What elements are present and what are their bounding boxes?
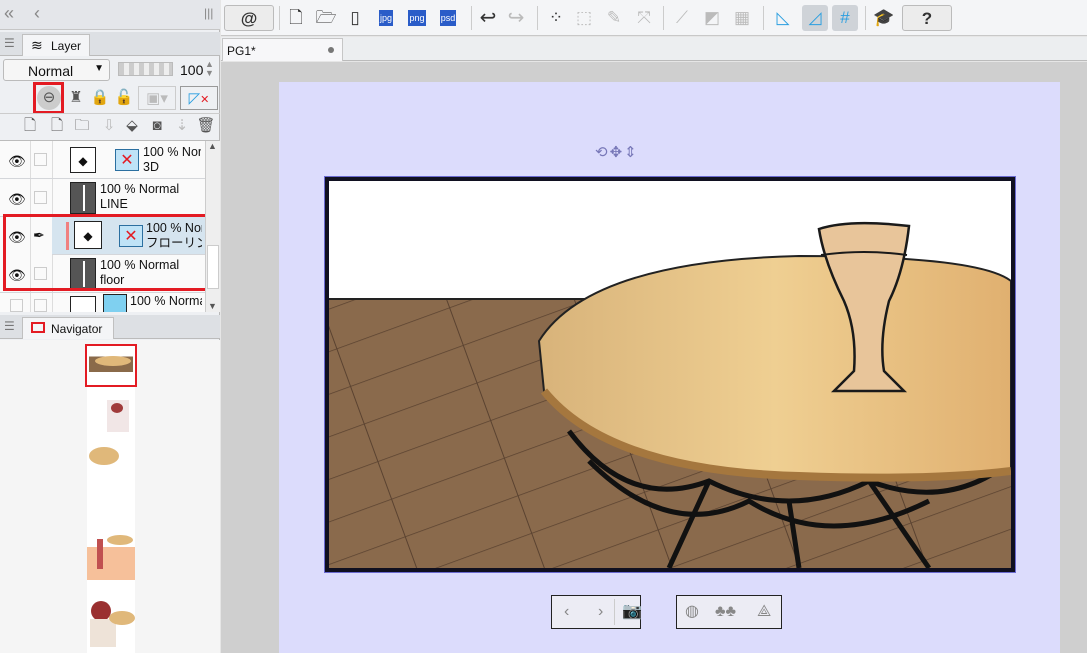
3d-object-controls: ◍ ♣♣ ⟁ [676, 595, 782, 629]
trash-icon[interactable]: 🗑 [194, 114, 218, 138]
new-vector-layer-icon[interactable]: 🗋 [45, 114, 69, 138]
navigator-preview [87, 345, 135, 653]
transfer-down-icon[interactable]: ⇩ [97, 114, 121, 138]
canvas-image[interactable] [324, 176, 1016, 573]
3d-model-icon[interactable]: ⟁ [757, 596, 771, 628]
ruler-x-icon: ✕ [115, 149, 139, 171]
open-file-icon[interactable]: 🗁 [313, 5, 339, 31]
layer-thumbnail [70, 182, 96, 214]
3d-layer-thumbnail: ◆ [70, 147, 96, 173]
help-icon[interactable]: ? [902, 5, 952, 31]
clip-studio-icon[interactable]: @ [224, 5, 274, 31]
export-psd-icon[interactable]: psd [435, 5, 461, 31]
command-bar: @ 🗋 🗁 ▯ jpg png psd ↩ ↪ ⁘ ⬚ ✎ ⤧ ⟋ ◩ ▦ ◺ … [221, 0, 1087, 36]
snap-ruler-icon[interactable]: ◺ [770, 5, 796, 31]
layer-row-line[interactable]: 👁 100 % Normal LINE [0, 179, 205, 217]
scrollbar-thumb[interactable] [207, 245, 219, 289]
layer-info: 100 % Normal3D [143, 145, 201, 174]
layer-thumbnail [103, 294, 127, 312]
transform-icon[interactable]: ⤧ [631, 5, 657, 31]
next-page-icon[interactable]: › [598, 596, 603, 628]
rotate-camera-icon[interactable]: ⟲ [595, 144, 610, 161]
tab-navigator[interactable]: Navigator [22, 317, 114, 339]
fill-icon[interactable]: ✎ [601, 5, 627, 31]
opacity-stepper[interactable]: ▲ ▼ [205, 60, 214, 78]
page-nav-controls: ‹ › 📷 [551, 595, 642, 629]
double-chevron-left-icon[interactable]: « [4, 3, 14, 24]
ruler-display-icon[interactable]: ◸✕ [180, 86, 218, 110]
3d-camera-controls[interactable]: ⟲✥⇕ [595, 143, 639, 161]
snap-points-icon[interactable]: ⁘ [543, 5, 569, 31]
navigator-icon [31, 322, 45, 333]
new-file-icon[interactable]: 🗋 [283, 5, 309, 31]
camera-preset-icon[interactable]: 📷 [622, 596, 642, 628]
zoom-camera-icon[interactable]: ⇕ [624, 144, 639, 161]
layer-thumbnail [70, 296, 96, 312]
layer-list: 👁 ◆ ✕ 100 % Normal3D 👁 100 % NormalLINE … [0, 140, 220, 312]
grip-icon[interactable]: ||| [204, 6, 213, 20]
ruler-icon[interactable]: ⟋ [669, 5, 695, 31]
layer-tab-row: ☰ ≋ Layer [0, 32, 220, 56]
highlight-box [3, 214, 208, 291]
mask-enable-icon[interactable]: ▣▾ [138, 86, 176, 110]
blend-mode-select[interactable]: Normal ▼ [3, 59, 110, 81]
panel-menu-icon[interactable]: ☰ [4, 36, 15, 50]
export-png-icon[interactable]: png [404, 5, 430, 31]
left-panel: « ‹ ||| ☰ ≋ Layer Normal ▼ 100 ▲ ▼ ⊖ ♜ 🔒 … [0, 0, 220, 653]
tab-layer[interactable]: ≋ Layer [22, 34, 90, 56]
layer-info: 100 % Normal LINE [100, 182, 180, 211]
highlight-box [33, 82, 64, 114]
scroll-down-icon[interactable]: ▼ [208, 301, 217, 311]
new-folder-icon[interactable]: 🗀 [70, 114, 94, 138]
layer-list-scrollbar[interactable]: ▲ ▼ [205, 141, 220, 312]
layer-row-3d[interactable]: 👁 ◆ ✕ 100 % Normal3D [0, 141, 205, 179]
pan-camera-icon[interactable]: ✥ [610, 144, 625, 161]
select-all-icon[interactable]: ⬚ [571, 5, 597, 31]
visibility-checkbox[interactable] [10, 299, 23, 312]
snap-grid-icon[interactable]: # [832, 5, 858, 31]
opacity-value[interactable]: 100 [180, 62, 203, 78]
layer-info: 100 % Normal [130, 294, 202, 308]
edit-target-checkbox[interactable] [34, 299, 47, 312]
navigator-viewport-box[interactable] [85, 344, 137, 387]
navigator-tab-row: ☰ Navigator [0, 315, 220, 339]
tab-pg1[interactable]: PG1* [222, 38, 343, 61]
opacity-slider[interactable] [118, 62, 173, 76]
new-raster-layer-icon[interactable]: 🗋 [18, 114, 42, 138]
previous-page-icon[interactable]: ‹ [564, 596, 569, 628]
undo-icon[interactable]: ↩ [475, 5, 501, 31]
merge-down-icon[interactable]: ⬙ [120, 114, 144, 138]
eye-icon[interactable]: 👁 [8, 153, 26, 170]
layers-icon: ≋ [31, 37, 43, 53]
lock-transparent-icon[interactable]: 🔓 [112, 86, 136, 110]
edit-target-checkbox[interactable] [34, 153, 47, 166]
export-jpg-icon[interactable]: jpg [373, 5, 399, 31]
layer-actions-row: 🗋 🗋 🗀 ⇩ ⬙ ◙ ⇣ 🗑 [0, 113, 220, 139]
panel-topbar: « ‹ ||| [0, 0, 220, 30]
panel-menu-icon[interactable]: ☰ [4, 319, 15, 333]
create-mask-icon[interactable]: ◙ [145, 114, 169, 138]
lock-icon[interactable]: 🔒 [88, 86, 112, 110]
light-source-icon[interactable]: ◍ [685, 596, 699, 628]
snap-special-ruler-icon[interactable]: ◿ [802, 5, 828, 31]
apply-mask-icon[interactable]: ⇣ [170, 114, 194, 138]
redo-icon[interactable]: ↪ [503, 5, 529, 31]
document-tabs: PG1* [221, 37, 1087, 61]
eye-icon[interactable]: 👁 [8, 191, 26, 208]
chevron-down-icon: ▼ [94, 63, 104, 74]
modified-dot-icon[interactable] [328, 47, 334, 53]
scroll-up-icon[interactable]: ▲ [208, 141, 217, 151]
learn-icon[interactable]: 🎓 [871, 5, 897, 31]
save-icon[interactable]: ▯ [342, 5, 368, 31]
edit-target-checkbox[interactable] [34, 191, 47, 204]
layer-row-image[interactable]: 100 % Normal [0, 293, 205, 312]
grid-icon[interactable]: ▦ [729, 5, 755, 31]
3d-scene [329, 181, 1011, 568]
navigator-view[interactable] [0, 340, 220, 653]
chevron-left-icon[interactable]: ‹ [34, 3, 40, 24]
reference-layer-icon[interactable]: ♜ [64, 86, 88, 110]
ground-plane-icon[interactable]: ♣♣ [715, 596, 736, 628]
perspective-icon[interactable]: ◩ [699, 5, 725, 31]
